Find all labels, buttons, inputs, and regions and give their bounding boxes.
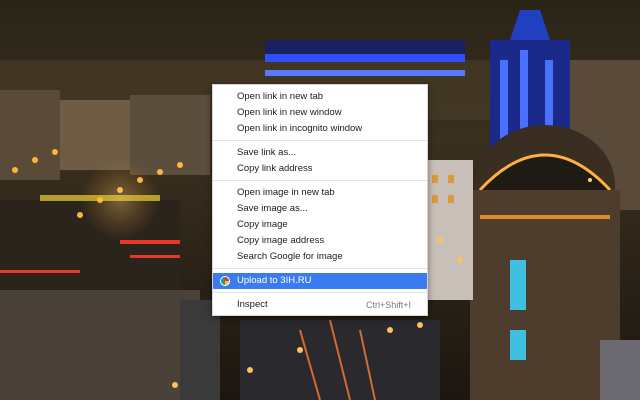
menu-item-upload-extension[interactable]: Upload to 3IH.RU	[213, 273, 427, 289]
menu-item-copy-link-address[interactable]: Copy link address	[213, 161, 427, 177]
menu-item-save-image-as[interactable]: Save image as...	[213, 201, 427, 217]
upload-extension-icon	[220, 276, 230, 286]
menu-separator	[213, 180, 427, 181]
menu-item-copy-image-address[interactable]: Copy image address	[213, 233, 427, 249]
menu-item-open-image-new-tab[interactable]: Open image in new tab	[213, 185, 427, 201]
menu-item-open-link-incognito[interactable]: Open link in incognito window	[213, 121, 427, 137]
menu-item-copy-image[interactable]: Copy image	[213, 217, 427, 233]
inspect-shortcut: Ctrl+Shift+I	[365, 300, 411, 310]
menu-item-label: Inspect	[237, 299, 268, 310]
browser-context-menu: Open link in new tab Open link in new wi…	[212, 84, 428, 316]
menu-separator	[213, 268, 427, 269]
menu-item-label: Upload to 3IH.RU	[237, 275, 312, 286]
menu-item-open-link-new-window[interactable]: Open link in new window	[213, 105, 427, 121]
menu-item-search-google-image[interactable]: Search Google for image	[213, 249, 427, 265]
menu-item-save-link-as[interactable]: Save link as...	[213, 145, 427, 161]
menu-item-open-link-new-tab[interactable]: Open link in new tab	[213, 89, 427, 105]
menu-item-inspect[interactable]: Inspect Ctrl+Shift+I	[213, 297, 427, 313]
menu-separator	[213, 292, 427, 293]
menu-separator	[213, 140, 427, 141]
